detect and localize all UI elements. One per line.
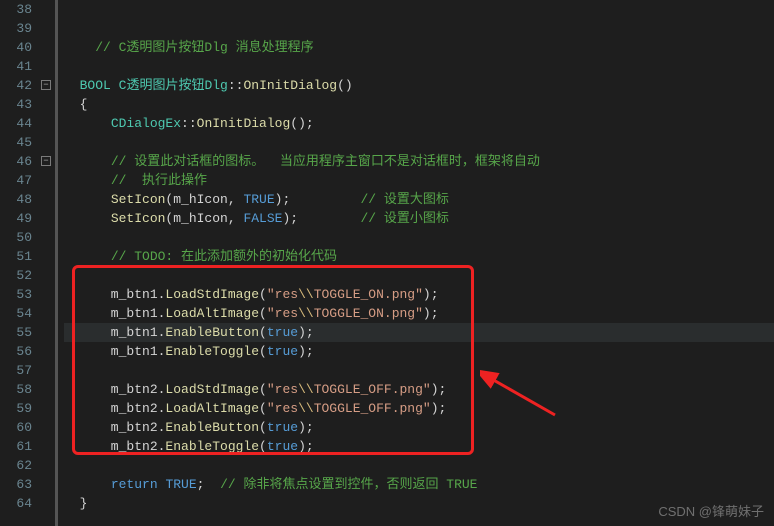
line-number: 54 <box>0 304 32 323</box>
line-number: 51 <box>0 247 32 266</box>
code-line[interactable]: BOOL C透明图片按钮Dlg::OnInitDialog() <box>64 76 774 95</box>
code-line[interactable] <box>64 228 774 247</box>
line-number: 46 <box>0 152 32 171</box>
watermark-text: CSDN @锋萌妹子 <box>658 501 764 520</box>
line-number: 48 <box>0 190 32 209</box>
code-line[interactable]: // 执行此操作 <box>64 171 774 190</box>
code-line[interactable] <box>64 456 774 475</box>
line-number: 41 <box>0 57 32 76</box>
code-line[interactable]: m_btn2.EnableToggle(true); <box>64 437 774 456</box>
line-number: 57 <box>0 361 32 380</box>
code-line[interactable] <box>64 0 774 19</box>
fold-toggle-icon[interactable]: − <box>41 156 51 166</box>
code-line[interactable] <box>64 361 774 380</box>
code-line[interactable]: m_btn2.LoadStdImage("res\\TOGGLE_OFF.png… <box>64 380 774 399</box>
code-line[interactable]: SetIcon(m_hIcon, TRUE); // 设置大图标 <box>64 190 774 209</box>
code-line[interactable]: CDialogEx::OnInitDialog(); <box>64 114 774 133</box>
code-line[interactable]: // C透明图片按钮Dlg 消息处理程序 <box>64 38 774 57</box>
line-number: 59 <box>0 399 32 418</box>
code-area[interactable]: // C透明图片按钮Dlg 消息处理程序 BOOL C透明图片按钮Dlg::On… <box>64 0 774 526</box>
line-number: 62 <box>0 456 32 475</box>
line-number: 53 <box>0 285 32 304</box>
line-number: 56 <box>0 342 32 361</box>
fold-toggle-icon[interactable]: − <box>41 80 51 90</box>
code-line[interactable]: return TRUE; // 除非将焦点设置到控件，否则返回 TRUE <box>64 475 774 494</box>
line-number: 58 <box>0 380 32 399</box>
code-line[interactable]: { <box>64 95 774 114</box>
line-number: 50 <box>0 228 32 247</box>
line-number: 38 <box>0 0 32 19</box>
code-line[interactable]: // TODO: 在此添加额外的初始化代码 <box>64 247 774 266</box>
code-line[interactable] <box>64 133 774 152</box>
code-line[interactable]: m_btn2.LoadAltImage("res\\TOGGLE_OFF.png… <box>64 399 774 418</box>
line-number: 49 <box>0 209 32 228</box>
line-number: 61 <box>0 437 32 456</box>
fold-column: −− <box>40 0 54 526</box>
code-line[interactable]: m_btn1.EnableButton(true); <box>64 323 774 342</box>
code-line[interactable] <box>64 57 774 76</box>
line-number: 47 <box>0 171 32 190</box>
line-number: 43 <box>0 95 32 114</box>
code-line[interactable]: // 设置此对话框的图标。 当应用程序主窗口不是对话框时，框架将自动 <box>64 152 774 171</box>
line-number: 45 <box>0 133 32 152</box>
line-number: 42 <box>0 76 32 95</box>
line-number: 44 <box>0 114 32 133</box>
code-editor[interactable]: 3839404142434445464748495051525354555657… <box>0 0 774 526</box>
line-number: 52 <box>0 266 32 285</box>
outline-margin <box>55 0 58 526</box>
line-number: 40 <box>0 38 32 57</box>
line-number: 39 <box>0 19 32 38</box>
code-line[interactable]: SetIcon(m_hIcon, FALSE); // 设置小图标 <box>64 209 774 228</box>
line-number: 60 <box>0 418 32 437</box>
code-line[interactable]: m_btn1.LoadStdImage("res\\TOGGLE_ON.png"… <box>64 285 774 304</box>
line-number-gutter: 3839404142434445464748495051525354555657… <box>0 0 40 526</box>
code-line[interactable]: m_btn2.EnableButton(true); <box>64 418 774 437</box>
line-number: 55 <box>0 323 32 342</box>
code-line[interactable]: m_btn1.LoadAltImage("res\\TOGGLE_ON.png"… <box>64 304 774 323</box>
code-line[interactable] <box>64 19 774 38</box>
line-number: 64 <box>0 494 32 513</box>
code-line[interactable]: m_btn1.EnableToggle(true); <box>64 342 774 361</box>
line-number: 63 <box>0 475 32 494</box>
code-line[interactable] <box>64 266 774 285</box>
